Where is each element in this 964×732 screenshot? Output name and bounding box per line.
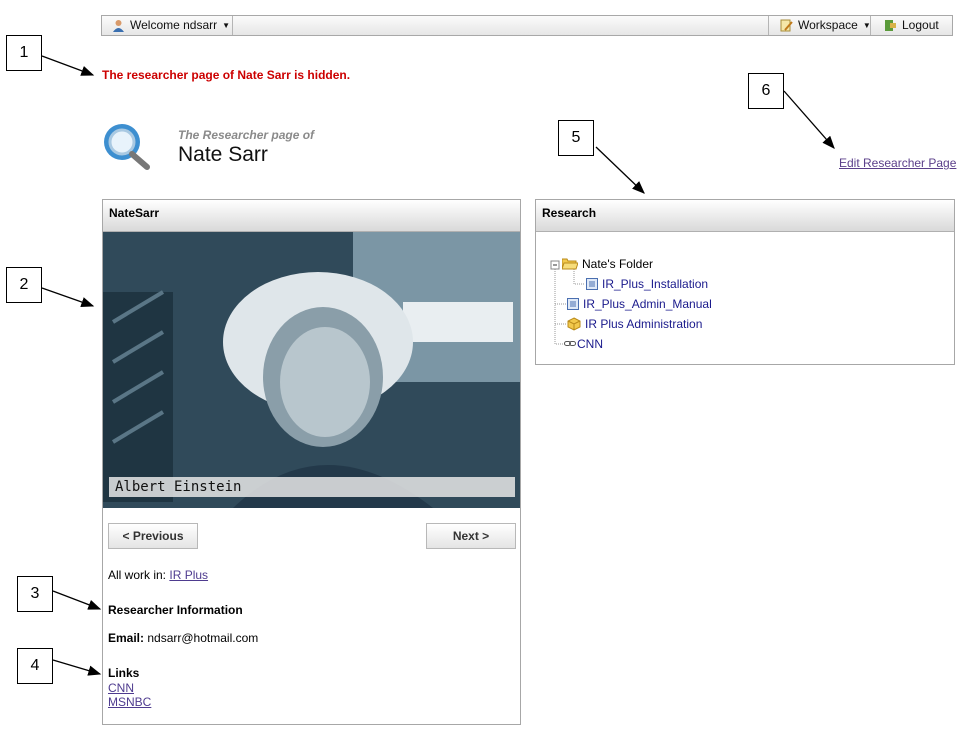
tree-item-cnn[interactable]: CNN	[564, 337, 603, 351]
hidden-page-message: The researcher page of Nate Sarr is hidd…	[102, 68, 351, 82]
package-icon	[567, 317, 581, 331]
panel-title: NateSarr	[103, 200, 520, 232]
tree-item-ir-plus-installation[interactable]: IR_Plus_Installation	[586, 277, 708, 291]
arrow-3	[52, 590, 102, 610]
chevron-down-icon: ▼	[222, 21, 231, 30]
folder-node[interactable]: Nate's Folder	[562, 257, 653, 271]
arrow-2	[41, 287, 95, 308]
workspace-icon	[780, 19, 793, 32]
researcher-name: Nate Sarr	[178, 143, 268, 166]
callout-1: 1	[6, 35, 42, 71]
link-icon	[564, 341, 576, 346]
tree-item-label: IR Plus Administration	[585, 317, 703, 331]
callout-4: 4	[17, 648, 53, 684]
panel-title: Research	[536, 200, 954, 232]
cnn-link[interactable]: CNN	[108, 681, 134, 695]
tree-item-ir-plus-admin-manual[interactable]: IR_Plus_Admin_Manual	[567, 297, 712, 311]
document-icon	[567, 298, 579, 310]
researcher-information-heading: Researcher Information	[108, 603, 243, 617]
tree-item-label: CNN	[577, 337, 603, 351]
workspace-menu[interactable]: Workspace ▼	[774, 16, 877, 35]
folder-open-icon	[562, 258, 578, 270]
links-heading: Links	[108, 666, 140, 680]
researcher-page-subtitle: The Researcher page of	[178, 128, 315, 142]
callout-6: 6	[748, 73, 784, 109]
tree-item-ir-plus-administration[interactable]: IR Plus Administration	[567, 317, 702, 331]
arrow-5	[595, 146, 645, 194]
research-panel: Research Nate's Folder IR_Plus_Installat…	[535, 199, 955, 365]
logout-button[interactable]: Logout	[878, 16, 945, 35]
divider	[768, 16, 769, 35]
welcome-label: Welcome ndsarr	[130, 18, 218, 32]
divider	[870, 16, 871, 35]
logout-label: Logout	[902, 18, 939, 32]
email-value: ndsarr@hotmail.com	[147, 631, 259, 645]
tree-item-label: IR_Plus_Installation	[602, 277, 709, 291]
document-icon	[586, 278, 598, 290]
all-work-line: All work in: IR Plus	[108, 568, 208, 582]
tree-item-label: IR_Plus_Admin_Manual	[583, 297, 712, 311]
arrow-6	[783, 90, 835, 149]
top-toolbar: Welcome ndsarr ▼ Workspace ▼ Logout	[101, 15, 953, 36]
edit-researcher-page-link[interactable]: Edit Researcher Page	[839, 156, 956, 170]
user-icon	[113, 20, 124, 32]
logout-icon	[885, 20, 896, 31]
researcher-photo: Albert Einstein	[103, 232, 520, 508]
research-tree: Nate's Folder IR_Plus_Installation IR_Pl…	[536, 232, 954, 362]
callout-2: 2	[6, 267, 42, 303]
callout-3: 3	[17, 576, 53, 612]
next-button[interactable]: Next >	[426, 523, 516, 549]
email-line: Email: ndsarr@hotmail.com	[108, 631, 258, 645]
arrow-4	[52, 659, 102, 676]
previous-button[interactable]: < Previous	[108, 523, 198, 549]
all-work-prefix: All work in:	[108, 568, 167, 582]
msnbc-link[interactable]: MSNBC	[108, 695, 151, 709]
callout-5: 5	[558, 120, 594, 156]
folder-label: Nate's Folder	[582, 257, 653, 271]
email-label: Email:	[108, 631, 145, 645]
arrow-1	[41, 55, 95, 76]
divider	[232, 16, 233, 35]
photo-illustration	[103, 232, 520, 508]
workspace-label: Workspace	[798, 18, 858, 32]
ir-plus-link[interactable]: IR Plus	[169, 568, 208, 582]
photo-caption: Albert Einstein	[109, 477, 515, 497]
magnifier-icon	[104, 124, 150, 170]
researcher-panel: NateSarr Albert Einstein < Previous Next…	[102, 199, 521, 725]
welcome-menu[interactable]: Welcome ndsarr ▼	[106, 16, 236, 35]
